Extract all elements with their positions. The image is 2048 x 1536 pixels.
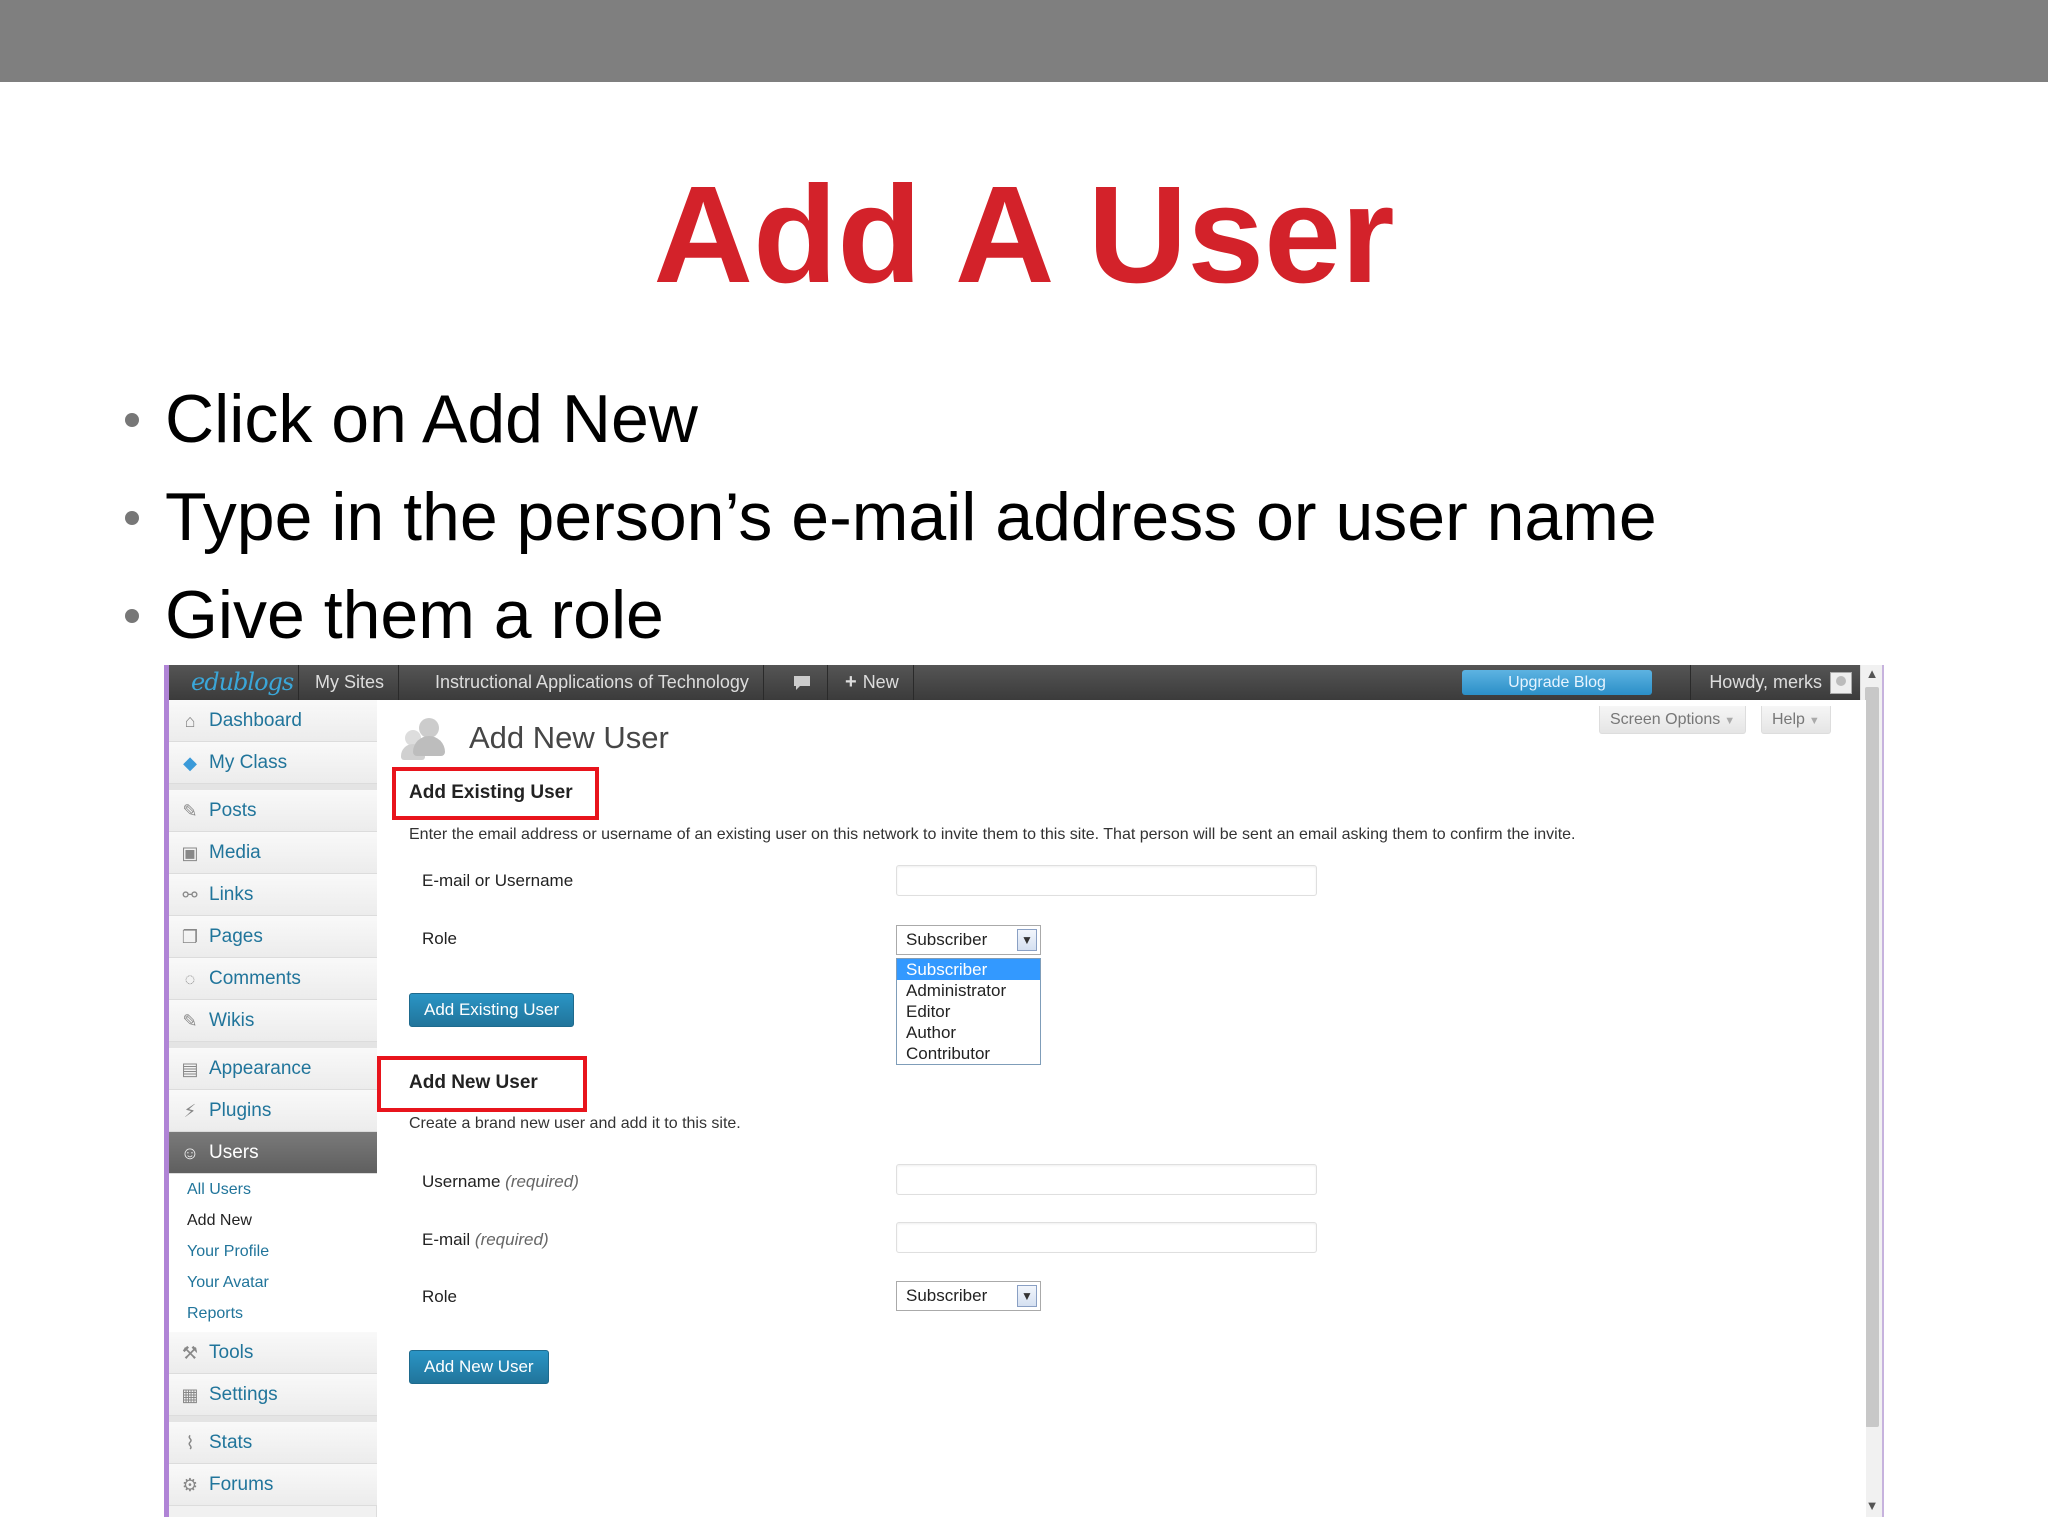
howdy-user-menu[interactable]: Howdy, merks: [1690, 665, 1852, 700]
screenshot-frame: edublogs My Sites Instructional Applicat…: [164, 665, 1884, 1517]
pin-icon: ✎: [182, 801, 198, 821]
screen-options-tab[interactable]: Screen Options ▼: [1599, 706, 1747, 734]
add-new-user-button[interactable]: Add New User: [409, 1350, 549, 1384]
submenu-your-avatar[interactable]: Your Avatar: [169, 1267, 377, 1298]
caret-down-icon: ▼: [1724, 715, 1736, 727]
sidebar-item-stats[interactable]: ⌇ Stats: [169, 1422, 377, 1464]
bullet-dot-icon: [125, 511, 139, 525]
diamond-icon: ◆: [183, 753, 197, 773]
role-label: Role: [422, 1287, 457, 1306]
add-new-description: Create a brand new user and add it to th…: [409, 1115, 741, 1132]
submenu-all-users[interactable]: All Users: [169, 1174, 377, 1205]
submenu-reports[interactable]: Reports: [169, 1298, 377, 1332]
sidebar-item-settings[interactable]: ▦ Settings: [169, 1374, 377, 1416]
users-icon: [401, 718, 451, 762]
sidebar-item-users[interactable]: ☺ Users: [169, 1132, 389, 1174]
plug-icon: ⚡: [183, 1101, 197, 1121]
chevron-down-icon: ▼: [1017, 1285, 1037, 1307]
users-icon: ☺: [180, 1143, 200, 1163]
new-content-link[interactable]: + New: [831, 665, 914, 700]
bullet-item: Type in the person’s e-mail address or u…: [122, 468, 1657, 566]
avatar: [1830, 672, 1852, 695]
email-label: E-mail (required): [422, 1230, 549, 1249]
caret-down-icon: ▼: [1808, 715, 1820, 727]
sidebar-item-forums[interactable]: ⚙ Forums: [169, 1464, 377, 1506]
top-band: [0, 0, 2048, 82]
role-option-subscriber[interactable]: Subscriber: [897, 959, 1040, 980]
slide-title: Add A User: [653, 158, 1395, 312]
scroll-up-icon[interactable]: ▲: [1861, 665, 1882, 683]
role-label: Role: [422, 929, 457, 948]
upgrade-blog-button[interactable]: Upgrade Blog: [1462, 670, 1652, 695]
plus-icon: +: [845, 671, 857, 693]
site-name-link[interactable]: Instructional Applications of Technology: [421, 665, 764, 700]
link-icon: ⚯: [182, 885, 198, 905]
admin-sidebar: ⌂ Dashboard ◆ My Class ✎ Posts ▣ Media ⚯ Link…: [169, 700, 389, 1517]
my-sites-link[interactable]: My Sites: [301, 665, 400, 700]
chart-icon: ⌇: [185, 1433, 195, 1453]
role-option-editor[interactable]: Editor: [897, 1001, 1040, 1022]
username-label: Username (required): [422, 1172, 579, 1191]
pin-icon: ✎: [182, 1011, 198, 1031]
sidebar-item-my-class[interactable]: ◆ My Class: [169, 742, 377, 784]
sidebar-item-media[interactable]: ▣ Media: [169, 832, 377, 874]
home-icon: ⌂: [184, 711, 196, 731]
appearance-icon: ▤: [181, 1059, 199, 1079]
settings-icon: ▦: [181, 1385, 199, 1405]
new-user-role-select[interactable]: Subscriber ▼: [896, 1281, 1041, 1311]
bullet-item: Give them a role: [122, 566, 1657, 664]
sidebar-item-dashboard[interactable]: ⌂ Dashboard: [169, 700, 377, 742]
bullet-dot-icon: [125, 413, 139, 427]
existing-role-select[interactable]: Subscriber ▼: [896, 925, 1041, 955]
admin-bar: edublogs My Sites Instructional Applicat…: [169, 665, 1866, 700]
tools-icon: ⚒: [181, 1343, 199, 1363]
sidebar-item-tools[interactable]: ⚒ Tools: [169, 1332, 377, 1374]
add-existing-user-heading: Add Existing User: [409, 782, 573, 803]
sidebar-item-posts[interactable]: ✎ Posts: [169, 790, 377, 832]
submenu-your-profile[interactable]: Your Profile: [169, 1236, 377, 1267]
scroll-thumb[interactable]: [1865, 687, 1879, 1427]
sidebar-item-pages[interactable]: ❐ Pages: [169, 916, 377, 958]
help-tab[interactable]: Help ▼: [1761, 706, 1831, 734]
email-or-username-label: E-mail or Username: [422, 871, 574, 890]
comments-icon[interactable]: [778, 665, 828, 700]
bullet-list: Click on Add New Type in the person’s e-…: [122, 370, 1657, 664]
role-option-administrator[interactable]: Administrator: [897, 980, 1040, 1001]
page-title: Add New User: [469, 720, 669, 755]
gear-icon: ⚙: [181, 1475, 199, 1495]
add-new-user-heading: Add New User: [409, 1072, 538, 1093]
sidebar-item-plugins[interactable]: ⚡ Plugins: [169, 1090, 377, 1132]
add-existing-description: Enter the email address or username of a…: [409, 826, 1576, 843]
submenu-add-new[interactable]: Add New: [169, 1205, 377, 1236]
role-option-author[interactable]: Author: [897, 1022, 1040, 1043]
username-input[interactable]: [896, 1164, 1317, 1195]
main-content: Add New User Screen Options ▼ Help ▼ Add E…: [377, 700, 1866, 1517]
email-or-username-input[interactable]: [896, 865, 1317, 896]
add-existing-user-button[interactable]: Add Existing User: [409, 993, 575, 1027]
role-option-contributor[interactable]: Contributor: [897, 1043, 1040, 1064]
pages-icon: ❐: [181, 927, 199, 947]
edublogs-logo[interactable]: edublogs: [177, 665, 299, 700]
bullet-dot-icon: [125, 609, 139, 623]
comment-bubble-icon: ◌: [184, 969, 196, 989]
sidebar-item-comments[interactable]: ◌ Comments: [169, 958, 377, 1000]
bullet-item: Click on Add New: [122, 370, 1657, 468]
media-icon: ▣: [181, 843, 199, 863]
sidebar-item-wikis[interactable]: ✎ Wikis: [169, 1000, 377, 1042]
role-dropdown-list: Subscriber Administrator Editor Author C…: [896, 958, 1041, 1065]
sidebar-item-appearance[interactable]: ▤ Appearance: [169, 1048, 377, 1090]
sidebar-item-links[interactable]: ⚯ Links: [169, 874, 377, 916]
chevron-down-icon: ▼: [1017, 929, 1037, 951]
email-input[interactable]: [896, 1222, 1317, 1253]
